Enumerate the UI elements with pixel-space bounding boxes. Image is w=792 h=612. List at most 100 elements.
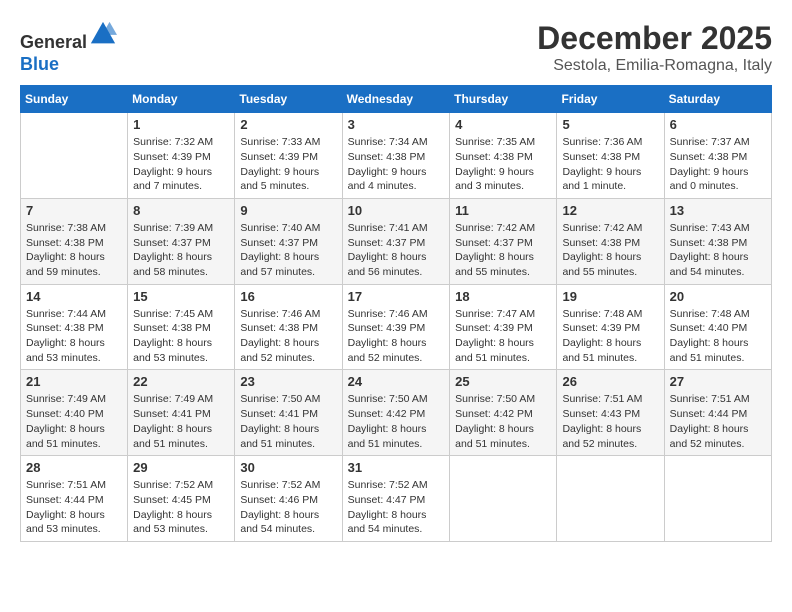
daylight-text: Daylight: 8 hours and 51 minutes. [133,423,212,450]
daylight-text: Daylight: 9 hours and 1 minute. [562,166,641,193]
calendar-cell: 13Sunrise: 7:43 AMSunset: 4:38 PMDayligh… [664,198,771,284]
sunset-text: Sunset: 4:38 PM [670,237,748,249]
sunrise-text: Sunrise: 7:52 AM [348,479,428,491]
calendar-week-row: 21 Sunrise: 7:49 AM Sunset: 4:40 PM Dayligh… [21,370,772,456]
daylight-text: Daylight: 8 hours and 51 minutes. [455,423,534,450]
calendar-cell: 15Sunrise: 7:45 AMSunset: 4:38 PMDayligh… [128,284,235,370]
calendar-cell: 12Sunrise: 7:42 AMSunset: 4:38 PMDayligh… [557,198,664,284]
day-number: 5 [562,117,658,132]
day-number: 20 [670,289,766,304]
daylight-text: Daylight: 8 hours and 54 minutes. [240,509,319,536]
day-header-tuesday: Tuesday [235,86,342,113]
daylight-text: Daylight: 9 hours and 3 minutes. [455,166,534,193]
sunrise-text: Sunrise: 7:49 AM [133,393,213,405]
day-number: 23 [240,374,336,389]
daylight-text: Daylight: 8 hours and 53 minutes. [133,509,212,536]
sunset-text: Sunset: 4:38 PM [455,151,533,163]
day-number: 10 [348,203,445,218]
daylight-text: Daylight: 8 hours and 52 minutes. [562,423,641,450]
sunset-text: Sunset: 4:38 PM [562,237,640,249]
daylight-text: Daylight: 8 hours and 59 minutes. [26,251,105,278]
calendar-cell [664,456,771,542]
daylight-text: Daylight: 8 hours and 51 minutes. [455,337,534,364]
daylight-text: Daylight: 9 hours and 5 minutes. [240,166,319,193]
sunset-text: Sunset: 4:38 PM [240,322,318,334]
day-number: 29 [133,460,229,475]
daylight-text: Daylight: 8 hours and 52 minutes. [670,423,749,450]
sunset-text: Sunset: 4:39 PM [455,322,533,334]
day-number: 21 [26,374,122,389]
sunrise-text: Sunrise: 7:41 AM [348,222,428,234]
day-number: 3 [348,117,445,132]
calendar-cell: 18Sunrise: 7:47 AMSunset: 4:39 PMDayligh… [450,284,557,370]
sunrise-text: Sunrise: 7:52 AM [133,479,213,491]
sunset-text: Sunset: 4:37 PM [133,237,211,249]
calendar-cell: 20Sunrise: 7:48 AMSunset: 4:40 PMDayligh… [664,284,771,370]
sunset-text: Sunset: 4:39 PM [562,322,640,334]
month-title: December 2025 [537,20,772,57]
sunset-text: Sunset: 4:38 PM [670,151,748,163]
calendar-cell: 24Sunrise: 7:50 AMSunset: 4:42 PMDayligh… [342,370,450,456]
page-header: General Blue December 2025 Sestola, Emil… [20,20,772,75]
calendar-cell: 7Sunrise: 7:38 AMSunset: 4:38 PMDaylight… [21,198,128,284]
sunset-text: Sunset: 4:42 PM [455,408,533,420]
day-number: 31 [348,460,445,475]
calendar-cell: 14Sunrise: 7:44 AMSunset: 4:38 PMDayligh… [21,284,128,370]
day-number: 19 [562,289,658,304]
sunrise-text: Sunrise: 7:42 AM [455,222,535,234]
logo-general-text: General [20,32,87,52]
day-info: Sunrise: 7:50 AMSunset: 4:41 PMDaylight:… [240,392,336,451]
calendar-cell: 31 Sunrise: 7:52 AMSunset: 4:47 PMDayligh… [342,456,450,542]
calendar-cell [557,456,664,542]
daylight-text: Daylight: 8 hours and 55 minutes. [455,251,534,278]
daylight-text: Daylight: 8 hours and 53 minutes. [133,337,212,364]
daylight-text: Daylight: 8 hours and 51 minutes. [348,423,427,450]
sunrise-text: Sunrise: 7:39 AM [133,222,213,234]
calendar-header-row: SundayMondayTuesdayWednesdayThursdayFrid… [21,86,772,113]
day-info: Sunrise: 7:33 AMSunset: 4:39 PMDaylight:… [240,135,336,194]
calendar-cell: 29Sunrise: 7:52 AMSunset: 4:45 PMDayligh… [128,456,235,542]
daylight-text: Daylight: 8 hours and 53 minutes. [26,509,105,536]
day-info: Sunrise: 7:49 AMSunset: 4:41 PMDaylight:… [133,392,229,451]
calendar-cell: 30Sunrise: 7:52 AMSunset: 4:46 PMDayligh… [235,456,342,542]
daylight-text: Daylight: 8 hours and 56 minutes. [348,251,427,278]
logo-blue-text: Blue [20,54,59,74]
day-number: 11 [455,203,551,218]
sunset-text: Sunset: 4:37 PM [240,237,318,249]
day-info: Sunrise: 7:44 AMSunset: 4:38 PMDaylight:… [26,307,122,366]
day-number: 6 [670,117,766,132]
daylight-text: Daylight: 8 hours and 51 minutes. [670,337,749,364]
calendar-week-row: 28Sunrise: 7:51 AMSunset: 4:44 PMDayligh… [21,456,772,542]
calendar-cell [450,456,557,542]
sunrise-text: Sunrise: 7:35 AM [455,136,535,148]
day-number: 8 [133,203,229,218]
sunset-text: Sunset: 4:40 PM [26,408,104,420]
daylight-text: Daylight: 8 hours and 54 minutes. [670,251,749,278]
day-info: Sunrise: 7:48 AMSunset: 4:39 PMDaylight:… [562,307,658,366]
day-info: Sunrise: 7:35 AM Sunset: 4:38 PM Daylight:… [455,135,551,194]
day-header-thursday: Thursday [450,86,557,113]
day-header-saturday: Saturday [664,86,771,113]
sunset-text: Sunset: 4:39 PM [133,151,211,163]
sunset-text: Sunset: 4:38 PM [26,322,104,334]
sunrise-text: Sunrise: 7:37 AM [670,136,750,148]
calendar-table: SundayMondayTuesdayWednesdayThursdayFrid… [20,85,772,542]
day-number: 30 [240,460,336,475]
day-info: Sunrise: 7:38 AMSunset: 4:38 PMDaylight:… [26,221,122,280]
calendar-cell: 16Sunrise: 7:46 AMSunset: 4:38 PMDayligh… [235,284,342,370]
sunset-text: Sunset: 4:40 PM [670,322,748,334]
day-number: 4 [455,117,551,132]
sunrise-text: Sunrise: 7:40 AM [240,222,320,234]
calendar-cell: 22Sunrise: 7:49 AMSunset: 4:41 PMDayligh… [128,370,235,456]
location-title: Sestola, Emilia-Romagna, Italy [537,57,772,75]
calendar-cell: 26Sunrise: 7:51 AMSunset: 4:43 PMDayligh… [557,370,664,456]
day-info: Sunrise: 7:52 AMSunset: 4:47 PMDaylight:… [348,478,445,537]
sunrise-text: Sunrise: 7:51 AM [562,393,642,405]
sunrise-text: Sunrise: 7:44 AM [26,308,106,320]
sunrise-text: Sunrise: 7:52 AM [240,479,320,491]
daylight-text: Daylight: 9 hours and 4 minutes. [348,166,427,193]
daylight-text: Daylight: 8 hours and 57 minutes. [240,251,319,278]
calendar-cell: 11Sunrise: 7:42 AMSunset: 4:37 PMDayligh… [450,198,557,284]
daylight-text: Daylight: 8 hours and 52 minutes. [348,337,427,364]
sunset-text: Sunset: 4:38 PM [348,151,426,163]
